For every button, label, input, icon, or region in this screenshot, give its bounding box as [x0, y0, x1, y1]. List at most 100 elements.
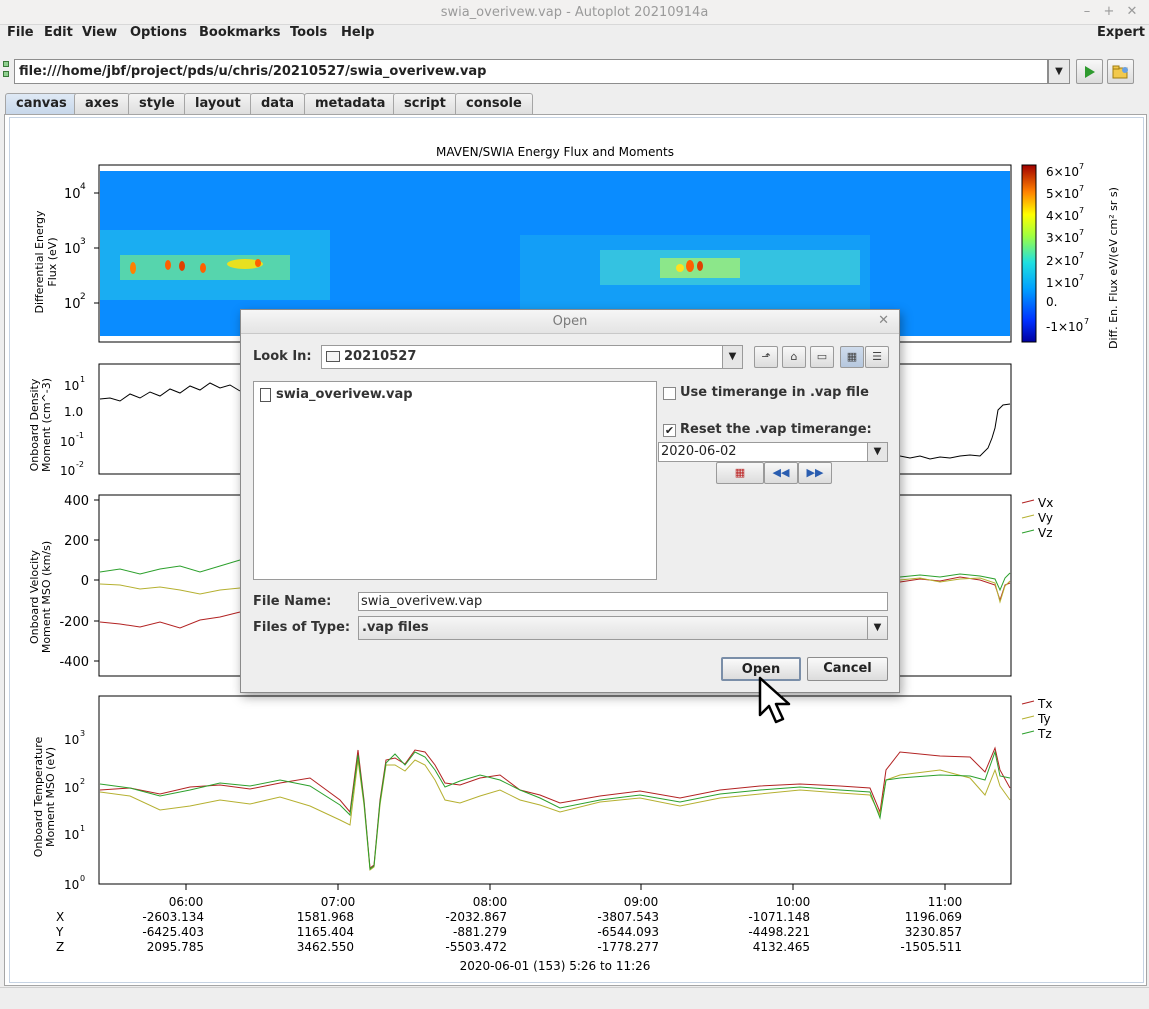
ephem-value: -2032.867	[445, 910, 507, 924]
colorbar-tick-exp: 7	[1079, 184, 1084, 193]
timerange-input[interactable]: 2020-06-02 ▼	[658, 442, 888, 462]
ephem-value: -2603.134	[142, 910, 204, 924]
ephem-value: -4498.221	[748, 925, 810, 939]
colorbar-tick: 1×10	[1046, 276, 1079, 290]
panel1-ytick-1e2: 10	[64, 297, 81, 312]
ephem-value: -1778.277	[597, 940, 659, 954]
up-folder-icon: ⬏	[761, 350, 771, 363]
panel1-ytick-1e3: 10	[64, 242, 81, 257]
file-list[interactable]: swia_overivew.vap	[253, 381, 657, 580]
panel2-ytick-exp: 1	[80, 375, 85, 384]
reset-timerange-checkbox[interactable]: ✔	[663, 424, 676, 437]
panel2-ytick: 10	[60, 464, 75, 478]
panel1-ylabel-2: Flux (eV)	[46, 237, 59, 286]
file-type-combo[interactable]: .vap files ▼	[358, 616, 888, 640]
ephem-value: 3462.550	[297, 940, 354, 954]
panel4-ytick: 10	[64, 733, 79, 747]
ephem-label-x: X	[56, 910, 64, 924]
panel4-ytick: 10	[64, 781, 79, 795]
panel4-yticks: 10 3 10 2 10 1 10 0	[64, 729, 85, 892]
ephem-label-z: Z	[56, 940, 64, 954]
look-in-combo[interactable]: 20210527 ▼	[321, 345, 743, 369]
ephem-value: -3807.543	[597, 910, 659, 924]
panel3-yticks: 400 200 0 -200 -400	[59, 494, 89, 670]
colorbar-tick-exp: 7	[1079, 273, 1084, 282]
dialog-close-icon[interactable]: ✕	[878, 313, 889, 328]
colorbar	[1021, 164, 1037, 343]
xaxis-labels: 06:00 07:00 08:00 09:00 10:00 11:00	[169, 895, 963, 909]
xaxis-tick: 09:00	[624, 895, 659, 909]
home-icon: ⌂	[790, 350, 798, 363]
panel3-ytick: 400	[64, 494, 89, 509]
dialog-title: Open	[241, 310, 899, 334]
legend-tx: Tx	[1037, 697, 1052, 711]
details-view-button[interactable]: ☰	[865, 346, 889, 368]
ephem-value: -1505.511	[900, 940, 962, 954]
ephem-value: 1165.404	[297, 925, 354, 939]
temperature-panel[interactable]	[98, 695, 1012, 885]
legend-vx: Vx	[1038, 496, 1053, 510]
ephem-value: 2095.785	[147, 940, 204, 954]
status-bar	[0, 987, 1149, 1009]
file-name-input[interactable]: swia_overivew.vap	[358, 592, 888, 611]
temperature-legend: Tx Ty Tz	[1021, 697, 1052, 741]
open-dialog: Open ✕ Look In: 20210527 ▼ ⬏ ⌂ ▭ ▦ ☰ swi…	[240, 309, 900, 693]
ephem-value: 3230.857	[905, 925, 962, 939]
home-button[interactable]: ⌂	[782, 346, 806, 368]
next-interval-button[interactable]: ▶▶	[798, 462, 832, 484]
use-timerange-checkbox[interactable]	[663, 387, 676, 400]
ephem-value: 1581.968	[297, 910, 354, 924]
panel4-ytick: 10	[64, 878, 79, 892]
panel4-ytick-exp: 3	[80, 729, 85, 738]
velocity-legend: Vx Vy Vz	[1021, 496, 1053, 540]
panel4-ytick-exp: 0	[80, 874, 85, 883]
reset-timerange-label: Reset the .vap timerange:	[680, 422, 872, 437]
details-view-icon: ☰	[872, 350, 882, 363]
use-timerange-label: Use timerange in .vap file	[680, 385, 869, 400]
colorbar-ticks: 6×10 7 5×10 7 4×10 7 3×10 7 2×10 7 1×10 7 0. -…	[1046, 162, 1089, 334]
panel1-yticks: 10 4 10 3 10 2	[64, 182, 99, 312]
up-folder-button[interactable]: ⬏	[754, 346, 778, 368]
panel3-ytick: -200	[59, 615, 89, 630]
panel3-ytick: 200	[64, 534, 89, 549]
colorbar-tick-exp: 7	[1079, 206, 1084, 215]
panel2-ytick: 10	[60, 435, 75, 449]
chevron-down-icon[interactable]: ▼	[867, 443, 887, 461]
new-folder-button[interactable]: ▭	[810, 346, 834, 368]
ephem-value: 4132.465	[753, 940, 810, 954]
file-icon	[260, 388, 271, 402]
panel3-ylabel-2: Moment MSO (km/s)	[40, 541, 53, 653]
list-view-icon: ▦	[846, 350, 858, 363]
calendar-button[interactable]: ▦	[716, 462, 764, 484]
colorbar-tick: 0.	[1046, 295, 1057, 309]
chevron-down-icon[interactable]: ▼	[722, 346, 742, 368]
panel2-ylabel-2: Moment (cm^-3)	[40, 378, 53, 472]
panel1-ylabel-1: Differential Energy	[33, 210, 46, 314]
file-name-label: File Name:	[253, 594, 332, 609]
xaxis-tick: 11:00	[928, 895, 963, 909]
colorbar-tick-exp: 7	[1084, 317, 1089, 326]
panel1-ytick-exp-3: 3	[80, 237, 86, 247]
new-folder-icon: ▭	[816, 350, 828, 363]
panel2-yticks: 10 1 1.0 10 -1 10 -2	[60, 375, 85, 478]
colorbar-label: Diff. En. Flux eV/(eV cm² sr s)	[1107, 187, 1120, 349]
ephem-value: 1196.069	[905, 910, 962, 924]
plot-title: MAVEN/SWIA Energy Flux and Moments	[436, 145, 674, 159]
previous-interval-button[interactable]: ◀◀	[764, 462, 798, 484]
cancel-button[interactable]: Cancel	[807, 657, 888, 681]
rewind-icon: ◀◀	[772, 466, 790, 479]
file-name: swia_overivew.vap	[276, 387, 413, 402]
xaxis-tick: 10:00	[776, 895, 811, 909]
time-range-label: 2020-06-01 (153) 5:26 to 11:26	[460, 959, 651, 973]
calendar-icon: ▦	[734, 466, 746, 479]
panel1-ytick-exp-2: 2	[80, 292, 86, 302]
fast-forward-icon: ▶▶	[806, 466, 824, 479]
xaxis-tick: 07:00	[321, 895, 356, 909]
list-view-button[interactable]: ▦	[840, 346, 864, 368]
chevron-down-icon[interactable]: ▼	[867, 617, 887, 639]
colorbar-tick: 2×10	[1046, 254, 1079, 268]
panel1-ytick-exp-4: 4	[80, 182, 86, 192]
legend-ty: Ty	[1037, 712, 1051, 726]
colorbar-tick: 6×10	[1046, 165, 1079, 179]
ephemeris-rows: X Y Z	[55, 910, 64, 954]
